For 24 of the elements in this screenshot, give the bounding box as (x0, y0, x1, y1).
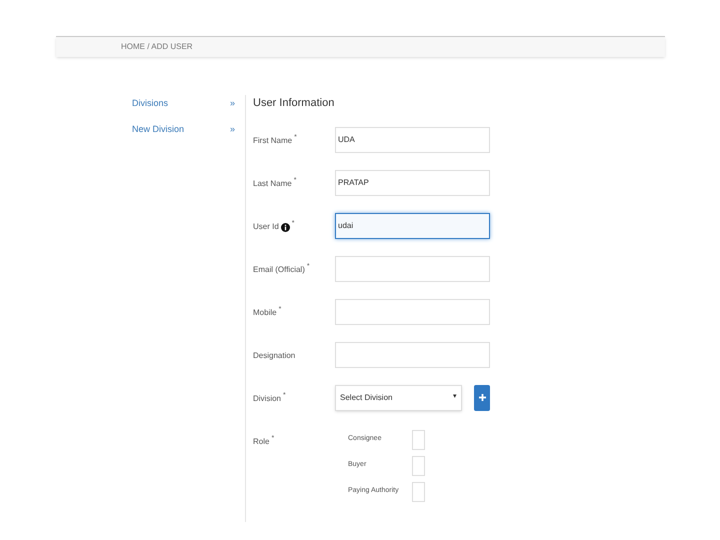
role-checkbox[interactable] (412, 456, 425, 476)
field-label: Last Name (253, 178, 292, 190)
field-label: First Name (253, 134, 292, 146)
breadcrumb: HOME / ADD USER (121, 41, 193, 53)
sidebar-item[interactable]: New Division » (132, 122, 235, 136)
field-label: Mobile (253, 306, 277, 318)
input-field[interactable]: UDA (335, 126, 490, 152)
input-field[interactable]: udai (335, 212, 490, 238)
field-label: User Id (253, 220, 279, 232)
form-title: User Information (253, 96, 336, 111)
role-checkbox[interactable] (412, 430, 425, 450)
sidebar-item[interactable]: Divisions » (132, 97, 235, 110)
input-field[interactable]: PRATAP (335, 170, 490, 196)
field-label: Division (253, 392, 282, 404)
input-field[interactable] (335, 342, 490, 368)
input-field[interactable] (335, 256, 490, 282)
info-icon (280, 222, 290, 232)
field-label: Email (Official) (253, 264, 305, 276)
input-field[interactable] (335, 298, 490, 324)
role-checkbox[interactable] (412, 482, 425, 502)
plus-icon (478, 394, 486, 401)
field-label: Role (253, 436, 270, 448)
add-button[interactable] (474, 384, 490, 410)
field-label: Designation (253, 350, 296, 362)
